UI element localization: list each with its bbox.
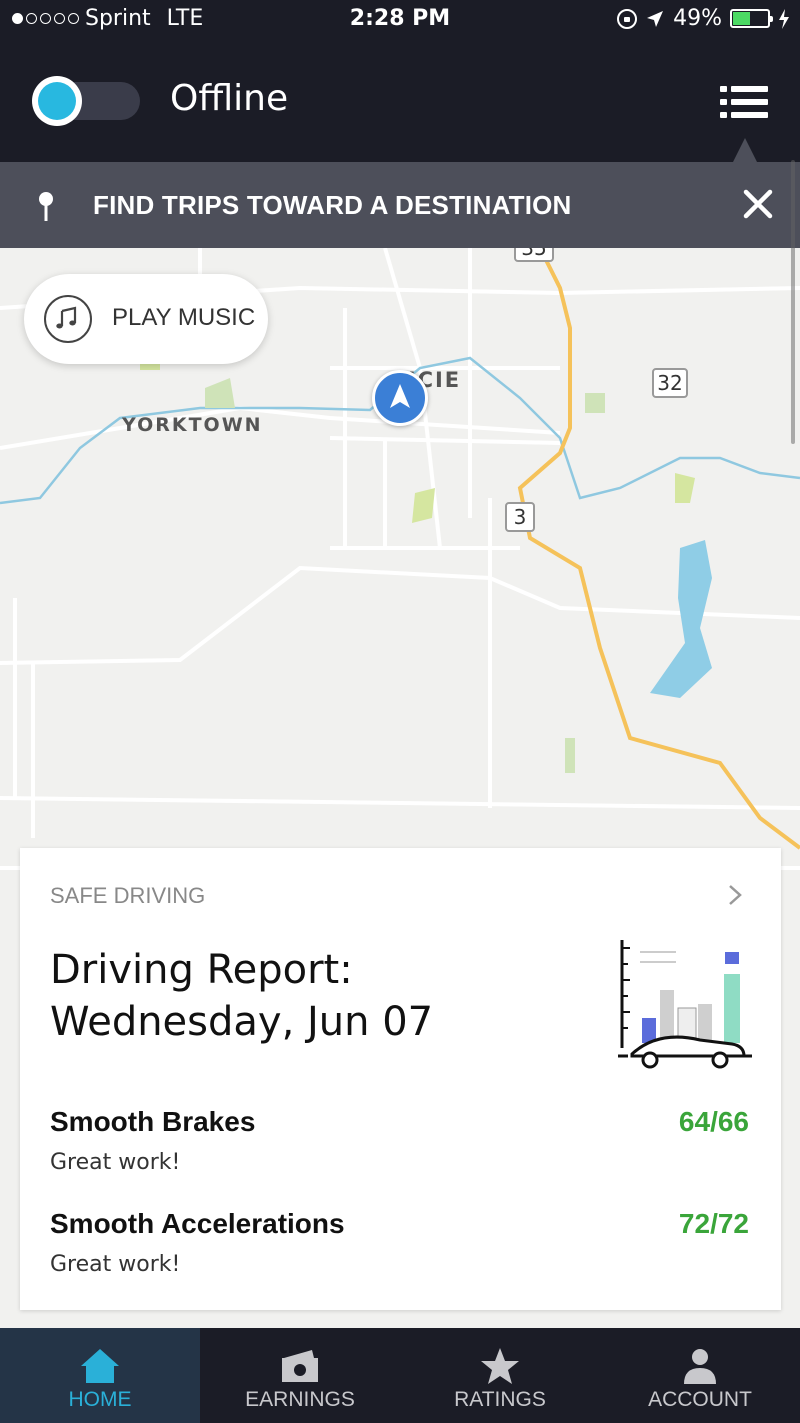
scroll-indicator: [791, 160, 795, 444]
list-menu-icon[interactable]: [720, 84, 768, 120]
destination-banner[interactable]: FIND TRIPS TOWARD A DESTINATION: [0, 162, 800, 248]
person-icon: [684, 1349, 716, 1384]
tab-label: HOME: [68, 1388, 132, 1411]
map-place-label: YORKTOWN: [122, 414, 263, 436]
route-shield: 32: [652, 368, 688, 398]
chevron-right-icon[interactable]: [726, 884, 744, 906]
tab-account[interactable]: ACCOUNT: [600, 1328, 800, 1423]
metric-subtitle: Great work!: [50, 1252, 181, 1277]
play-music-button[interactable]: PLAY MUSIC: [24, 274, 268, 364]
tab-label: EARNINGS: [245, 1388, 355, 1411]
status-bar: Sprint LTE 2:28 PM 49%: [0, 0, 800, 40]
tab-home[interactable]: HOME: [0, 1328, 200, 1423]
metric-score: 64/66: [678, 1106, 749, 1137]
close-icon[interactable]: [742, 188, 774, 220]
battery-icon: [730, 9, 773, 28]
metric-subtitle: Great work!: [50, 1150, 181, 1175]
rotation-lock-icon: [617, 8, 638, 29]
battery-fill: [733, 12, 750, 25]
card-section-label: SAFE DRIVING: [50, 883, 206, 908]
music-note-icon: [44, 295, 92, 343]
current-location-icon[interactable]: [372, 370, 428, 426]
tab-label: RATINGS: [454, 1388, 546, 1411]
driving-report-card[interactable]: SAFE DRIVING Driving Report: Wednesday, …: [20, 848, 781, 1310]
driver-status-label: Offline: [170, 78, 289, 119]
metric-score: 72/72: [678, 1208, 749, 1239]
wallet-icon: [282, 1350, 318, 1382]
metric-name: Smooth Accelerations: [50, 1208, 345, 1239]
report-date: Wednesday, Jun 07: [50, 999, 434, 1045]
star-icon: [481, 1348, 519, 1384]
tab-ratings[interactable]: RATINGS: [400, 1328, 600, 1423]
home-icon: [81, 1349, 119, 1383]
battery-percent: 49%: [673, 6, 722, 31]
metric-name: Smooth Brakes: [50, 1106, 256, 1137]
driving-report-chart-icon: [618, 940, 752, 1069]
charging-bolt-icon: [779, 8, 789, 29]
menu-caret: [733, 138, 757, 162]
tab-label: ACCOUNT: [648, 1388, 752, 1411]
pin-icon: [39, 192, 53, 221]
route-shield: 3: [505, 502, 535, 532]
bottom-tab-bar: HOME EARNINGS RATINGS ACCOUNT: [0, 1328, 800, 1423]
toggle-knob: [32, 76, 82, 126]
app-header: Offline: [0, 40, 800, 162]
destination-banner-text: FIND TRIPS TOWARD A DESTINATION: [93, 190, 572, 220]
report-title-line: Driving Report:: [50, 947, 353, 993]
online-toggle[interactable]: [32, 76, 140, 126]
status-right: 49%: [617, 6, 790, 31]
route-shield: 35: [514, 248, 554, 262]
tab-earnings[interactable]: EARNINGS: [200, 1328, 400, 1423]
driving-report-title: Driving Report: Wednesday, Jun 07: [50, 944, 433, 1048]
location-arrow-icon: [647, 10, 664, 27]
play-music-label: PLAY MUSIC: [112, 304, 256, 331]
